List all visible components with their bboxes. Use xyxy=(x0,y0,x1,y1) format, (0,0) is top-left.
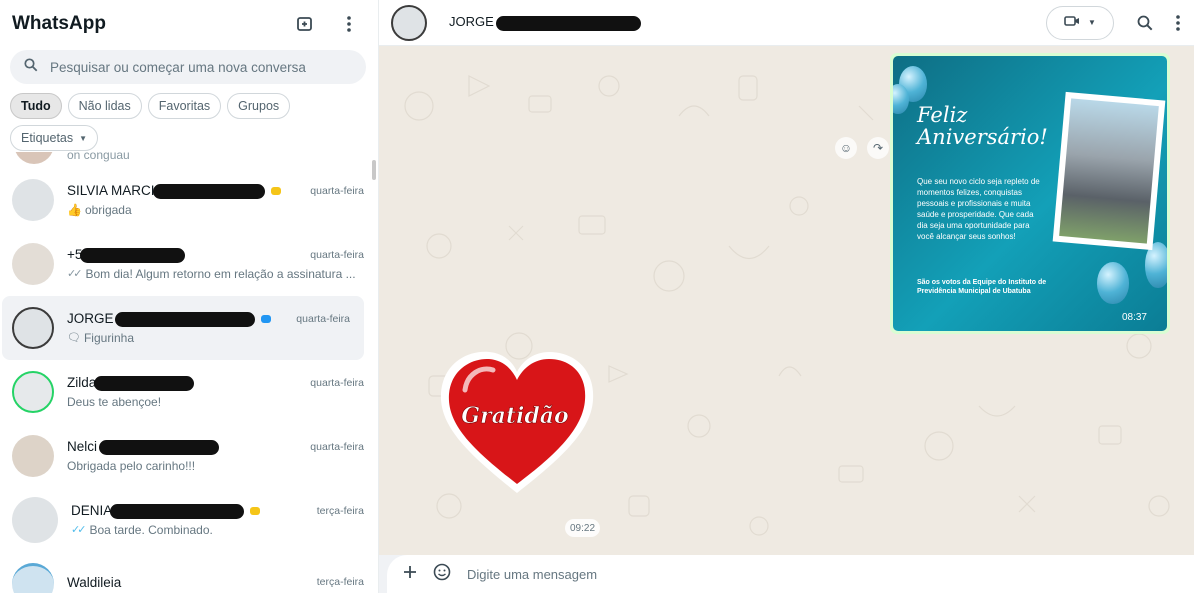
app-title: WhatsApp xyxy=(12,13,106,34)
chat-row-silvia[interactable]: SILVIA MARCI quarta-feira 👍 obrigada xyxy=(0,168,378,232)
double-check-icon: ✓✓ xyxy=(71,524,87,537)
message-time: 08:37 xyxy=(1121,312,1147,323)
chat-preview: ✓✓ Boa tarde. Combinado. xyxy=(71,522,213,537)
message-actions: ☺ ↷ xyxy=(835,137,889,159)
chat-time: quarta-feira xyxy=(310,377,364,389)
filter-unread[interactable]: Não lidas xyxy=(67,93,142,119)
conversation-header[interactable]: JORGE ▼ xyxy=(379,0,1194,46)
contact-name: SILVIA MARCI xyxy=(67,183,281,199)
new-chat-icon[interactable] xyxy=(294,13,316,35)
search-input[interactable] xyxy=(50,59,340,75)
chat-preview: on conguau xyxy=(67,152,130,162)
sticker-icon[interactable] xyxy=(433,563,451,586)
avatar xyxy=(14,152,54,164)
sticker-icon: 🗨 xyxy=(67,332,81,345)
chat-row-phone[interactable]: +5 quarta-feira ✓✓ Bom dia! Algum retorno… xyxy=(0,232,378,296)
message-time: 09:22 xyxy=(565,519,601,537)
sidebar-header: WhatsApp xyxy=(0,0,378,48)
avatar xyxy=(12,435,54,477)
list-item[interactable]: on conguau xyxy=(0,152,378,168)
conversation-pane: JORGE ▼ ☺ ↷ Feliz Aniversário! Que seu n… xyxy=(379,0,1194,593)
chat-list[interactable]: on conguau SILVIA MARCI quarta-feira 👍 ob… xyxy=(0,152,378,593)
filter-labels-text: Etiquetas xyxy=(21,131,74,145)
chat-preview: Obrigada pelo carinho!!! xyxy=(67,458,196,473)
filter-labels[interactable]: Etiquetas ▼ xyxy=(10,125,99,151)
avatar xyxy=(12,307,54,349)
chat-time: terça-feira xyxy=(316,576,364,588)
chat-time: quarta-feira xyxy=(310,249,364,261)
filter-chips: Tudo Não lidas Favoritas Grupos Etiqueta… xyxy=(0,84,378,151)
chevron-down-icon: ▼ xyxy=(79,133,88,143)
sidebar: WhatsApp Tudo Não lidas Favoritas Grupos xyxy=(0,0,379,593)
card-footer-text: São os votos da Equipe do Instituto de P… xyxy=(917,279,1047,295)
menu-icon[interactable] xyxy=(338,13,360,35)
avatar[interactable] xyxy=(391,4,427,41)
menu-icon[interactable] xyxy=(1176,12,1182,34)
message-input[interactable] xyxy=(467,566,1067,582)
chat-row-nelci[interactable]: Nelci quarta-feira Obrigada pelo carinho… xyxy=(0,424,378,488)
forward-icon[interactable]: ↷ xyxy=(867,137,889,159)
chat-preview: 👍 obrigada xyxy=(67,202,132,217)
avatar xyxy=(12,243,54,285)
chat-row-jorge[interactable]: JORGE quarta-feira 🗨 Figurinha xyxy=(2,296,364,360)
chat-time: terça-feira xyxy=(316,505,364,517)
contact-name[interactable]: JORGE xyxy=(449,14,641,31)
avatar xyxy=(12,179,54,221)
sticker-text: Gratidão xyxy=(461,403,568,429)
whatsapp-window: WhatsApp Tudo Não lidas Favoritas Grupos xyxy=(0,0,1194,593)
birthday-card-image: Feliz Aniversário! Que seu novo ciclo sej… xyxy=(893,56,1167,331)
thumbs-up-icon: 👍 xyxy=(67,202,82,217)
chat-row-denia[interactable]: DENIA terça-feira ✓✓ Boa tarde. Combinado… xyxy=(0,488,378,552)
avatar xyxy=(12,371,54,413)
chat-time: quarta-feira xyxy=(310,441,364,453)
double-check-icon: ✓✓ xyxy=(67,268,83,281)
contact-name: +5 xyxy=(67,247,186,263)
chat-preview: ✓✓ Bom dia! Algum retorno em relação a as… xyxy=(67,266,356,281)
search-icon xyxy=(24,57,38,77)
chat-time: quarta-feira xyxy=(296,313,350,325)
filter-favorites[interactable]: Favoritas xyxy=(147,93,222,119)
emoji-react-icon[interactable]: ☺ xyxy=(835,137,857,159)
scrollbar[interactable] xyxy=(372,160,376,180)
composer-bar xyxy=(379,555,1194,593)
composer xyxy=(387,555,1194,593)
filter-all[interactable]: Tudo xyxy=(10,93,62,119)
contact-name: Nelci xyxy=(67,439,219,455)
avatar xyxy=(12,563,54,593)
chat-preview: 🗨 Figurinha xyxy=(67,330,134,345)
chevron-down-icon: ▼ xyxy=(1088,18,1096,27)
contact-name: Waldileia xyxy=(67,574,122,590)
chat-row-zilda[interactable]: Zilda quarta-feira Deus te abençoe! xyxy=(0,360,378,424)
video-camera-icon xyxy=(1064,14,1080,32)
plus-icon[interactable] xyxy=(403,565,417,584)
chat-row-waldileia[interactable]: Waldileia terça-feira xyxy=(0,552,378,593)
chat-time: quarta-feira xyxy=(310,185,364,197)
contact-name: DENIA xyxy=(71,503,261,519)
card-headline: Feliz Aniversário! xyxy=(917,103,1048,149)
contact-name: JORGE xyxy=(67,311,272,327)
avatar xyxy=(12,497,58,543)
search-icon[interactable] xyxy=(1134,12,1156,34)
sticker-message[interactable]: Gratidão xyxy=(437,348,597,498)
building-photo xyxy=(1052,91,1166,251)
balloon-image xyxy=(1097,262,1129,304)
contact-name: Zilda xyxy=(67,375,195,391)
search-bar[interactable] xyxy=(10,50,366,84)
video-call-button[interactable]: ▼ xyxy=(1046,5,1114,40)
filter-groups[interactable]: Grupos xyxy=(227,93,291,119)
card-body-text: Que seu novo ciclo seja repleto de momen… xyxy=(917,177,1040,241)
image-message[interactable]: Feliz Aniversário! Que seu novo ciclo sej… xyxy=(890,53,1170,334)
chat-preview: Deus te abençoe! xyxy=(67,394,162,409)
